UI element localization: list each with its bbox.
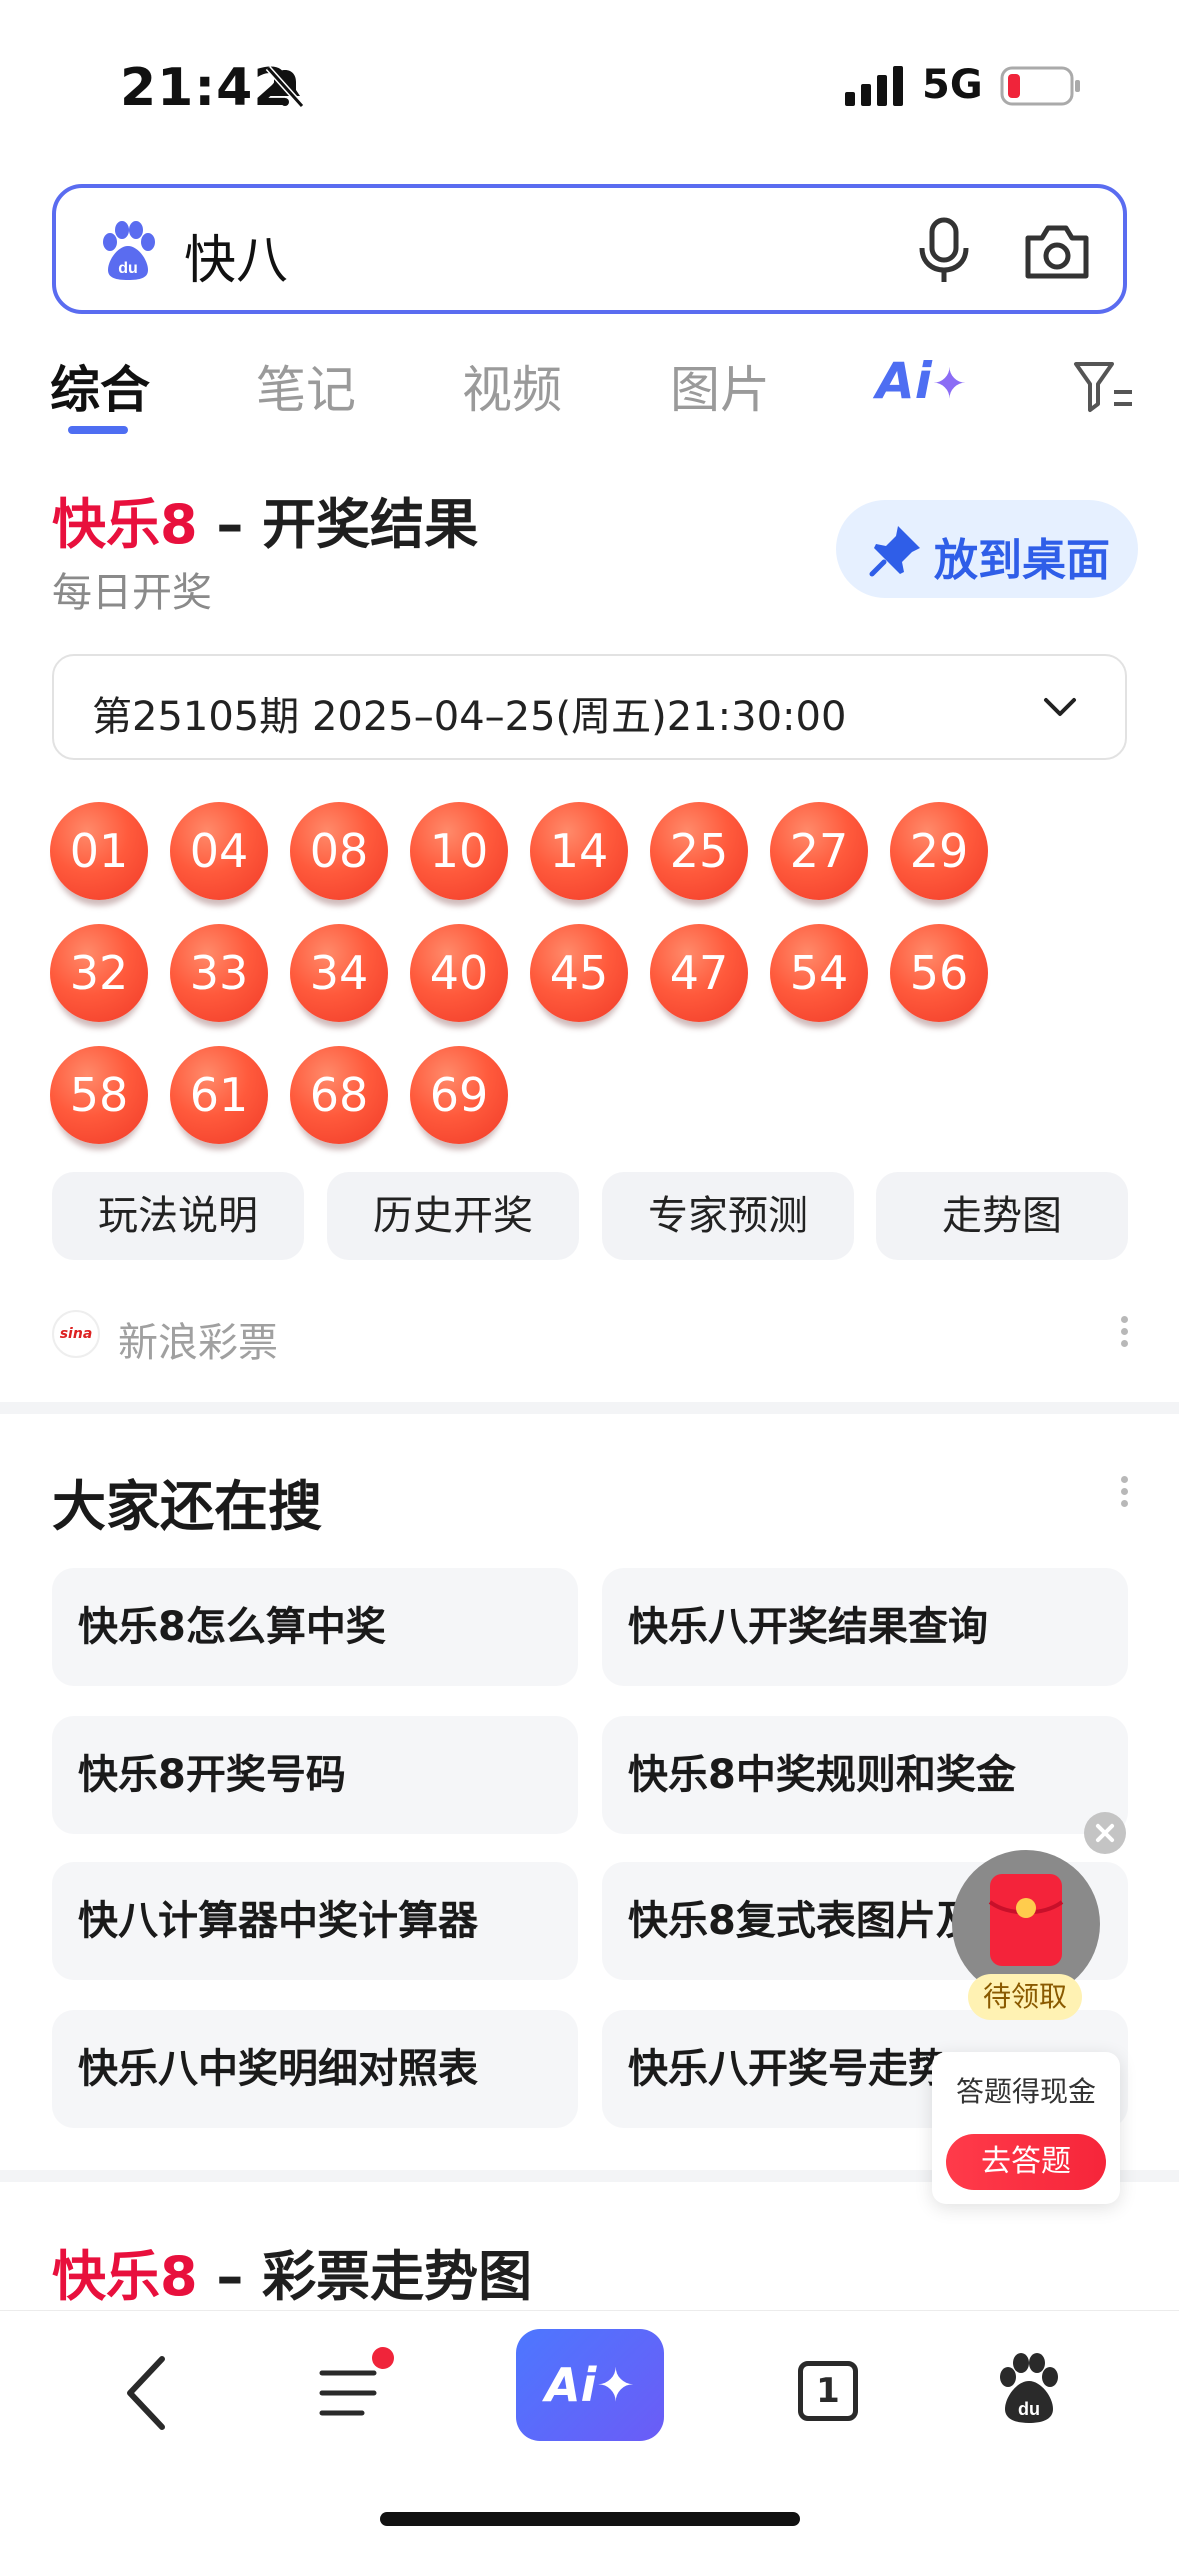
related-searches-title: 大家还在搜: [52, 1475, 322, 1538]
active-tab-indicator: [68, 426, 128, 434]
lottery-title-rest: – 开奖结果: [197, 493, 479, 556]
quiz-card: 答题得现金 去答题: [932, 2052, 1120, 2204]
number-ball: 33: [170, 924, 268, 1022]
search-box[interactable]: du 快八: [52, 184, 1127, 314]
baidu-logo-icon: du: [103, 221, 155, 280]
lottery-title[interactable]: 快乐8 – 开奖结果: [52, 480, 478, 559]
sina-logo-icon: sina: [52, 1310, 100, 1358]
network-type: 5G: [922, 62, 983, 108]
tab-video[interactable]: 视频: [462, 350, 562, 422]
home-indicator[interactable]: [380, 2512, 800, 2526]
trend-chart-button[interactable]: 走势图: [876, 1172, 1128, 1260]
menu-icon[interactable]: [318, 2361, 388, 2425]
pin-icon: [869, 526, 920, 577]
number-ball: 69: [410, 1046, 508, 1144]
related-search-item[interactable]: 快乐八中奖明细对照表: [52, 2010, 578, 2128]
number-ball: 61: [170, 1046, 268, 1144]
sparkle-icon: ✦: [931, 359, 968, 408]
trend-title-brand: 快乐8: [52, 2245, 198, 2308]
start-quiz-button[interactable]: 去答题: [946, 2134, 1106, 2190]
svg-text:du: du: [1018, 2399, 1040, 2419]
result-tabs: 综合 笔记 视频 图片 Ai✦: [0, 340, 1179, 440]
number-ball: 27: [770, 802, 868, 900]
number-ball: 47: [650, 924, 748, 1022]
camera-icon[interactable]: [1022, 216, 1092, 286]
tab-images[interactable]: 图片: [670, 350, 770, 422]
notification-dot: [372, 2347, 394, 2369]
period-value: 第25105期 2025–04–25(周五)21:30:00: [92, 694, 847, 740]
trend-title-rest: – 彩票走势图: [197, 2245, 533, 2308]
section-divider: [0, 1402, 1179, 1414]
period-select[interactable]: 第25105期 2025–04–25(周五)21:30:00: [52, 654, 1127, 760]
tab-ai[interactable]: Ai✦: [876, 352, 967, 410]
close-icon[interactable]: [1084, 1812, 1126, 1854]
microphone-icon[interactable]: [914, 216, 974, 286]
chevron-down-icon: [1044, 698, 1076, 716]
number-ball: 25: [650, 802, 748, 900]
red-envelope-icon: [988, 1874, 1064, 1966]
pin-to-desktop-button[interactable]: 放到桌面: [836, 500, 1138, 598]
related-search-item[interactable]: 快乐八开奖结果查询: [602, 1568, 1128, 1686]
source-label: 新浪彩票: [118, 1320, 278, 1366]
ai-assistant-button[interactable]: Ai✦: [516, 2329, 664, 2441]
rules-button[interactable]: 玩法说明: [52, 1172, 304, 1260]
ai-tab-label: Ai: [876, 352, 932, 410]
more-options-icon[interactable]: [1118, 1472, 1130, 1516]
related-search-item[interactable]: 快乐8怎么算中奖: [52, 1568, 578, 1686]
winning-numbers: 01 04 08 10 14 25 27 29 32 33 34 40 45 4…: [50, 802, 1050, 1162]
history-button[interactable]: 历史开奖: [327, 1172, 579, 1260]
number-ball: 08: [290, 802, 388, 900]
search-input[interactable]: 快八: [184, 218, 288, 293]
related-search-item[interactable]: 快乐8开奖号码: [52, 1716, 578, 1834]
pending-reward-label[interactable]: 待领取: [968, 1974, 1082, 2020]
signal-icon: [845, 66, 903, 106]
tab-all[interactable]: 综合: [50, 350, 150, 422]
number-ball: 10: [410, 802, 508, 900]
number-ball: 56: [890, 924, 988, 1022]
tab-notes[interactable]: 笔记: [256, 350, 356, 422]
pin-label: 放到桌面: [934, 535, 1110, 586]
more-options-icon[interactable]: [1118, 1312, 1130, 1356]
baidu-home-icon[interactable]: du: [994, 2351, 1064, 2427]
related-search-item[interactable]: 快乐8中奖规则和奖金: [602, 1716, 1128, 1834]
number-ball: 58: [50, 1046, 148, 1144]
bell-muted-icon: [265, 65, 305, 109]
tabs-count-icon[interactable]: 1: [798, 2361, 858, 2421]
number-ball: 04: [170, 802, 268, 900]
number-ball: 45: [530, 924, 628, 1022]
prediction-button[interactable]: 专家预测: [602, 1172, 854, 1260]
number-ball: 34: [290, 924, 388, 1022]
number-ball: 40: [410, 924, 508, 1022]
battery-icon: [1000, 66, 1080, 106]
number-ball: 29: [890, 802, 988, 900]
number-ball: 54: [770, 924, 868, 1022]
svg-text:du: du: [118, 260, 138, 277]
lottery-title-brand: 快乐8: [52, 493, 198, 556]
trend-result-title[interactable]: 快乐8 – 彩票走势图: [52, 2232, 532, 2311]
number-ball: 32: [50, 924, 148, 1022]
related-search-item[interactable]: 快八计算器中奖计算器: [52, 1862, 578, 1980]
number-ball: 01: [50, 802, 148, 900]
status-bar: 21:42 5G: [0, 0, 1179, 170]
number-ball: 14: [530, 802, 628, 900]
quiz-label: 答题得现金: [955, 2075, 1096, 2108]
number-ball: 68: [290, 1046, 388, 1144]
back-icon[interactable]: [122, 2353, 172, 2433]
filter-icon[interactable]: [1072, 358, 1136, 414]
lottery-subtitle: 每日开奖: [52, 570, 212, 616]
